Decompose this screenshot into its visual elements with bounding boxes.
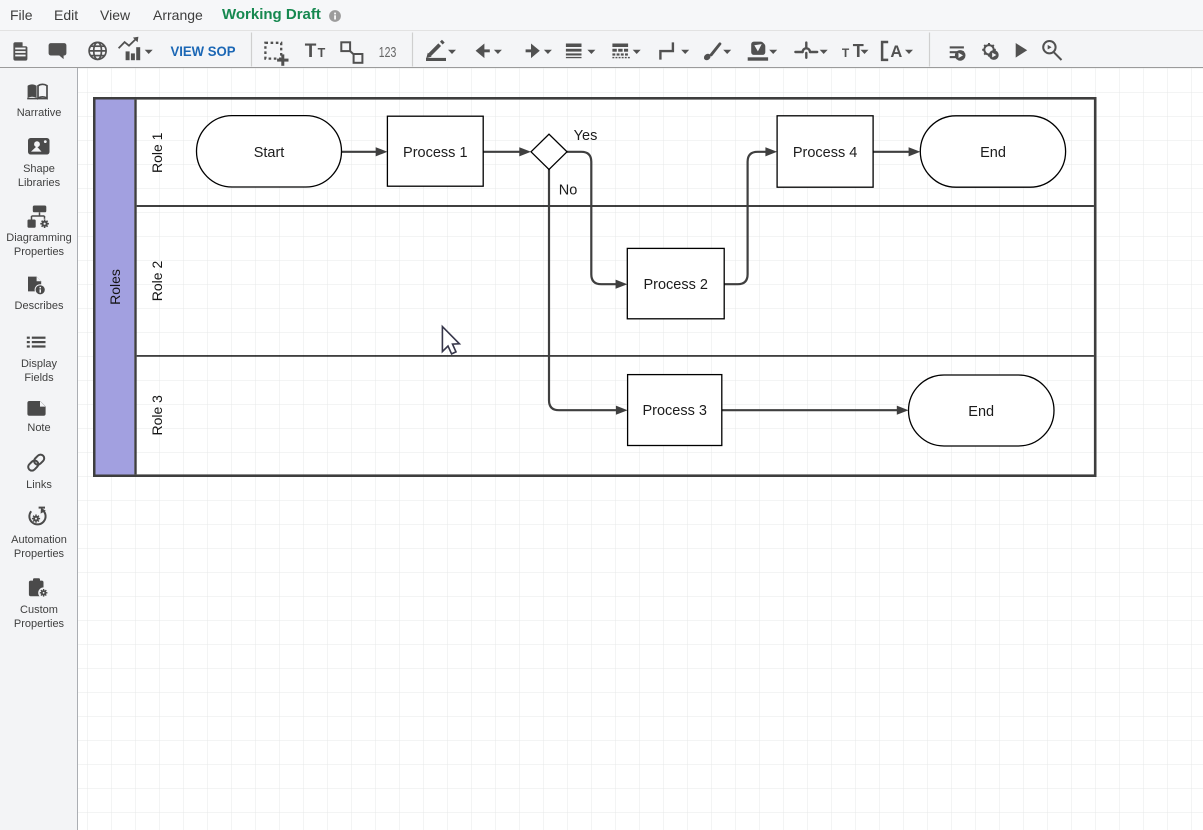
svg-text:Role 2: Role 2 (149, 261, 165, 302)
svg-text:Start: Start (254, 145, 285, 161)
svg-text:Process 1: Process 1 (403, 145, 467, 161)
svg-text:123: 123 (379, 44, 397, 61)
svg-text:Yes: Yes (574, 128, 598, 144)
svg-text:Role 1: Role 1 (149, 132, 165, 173)
svg-text:No: No (559, 183, 578, 199)
svg-text:End: End (980, 145, 1006, 161)
svg-text:T: T (305, 41, 317, 62)
svg-text:Process 4: Process 4 (793, 145, 857, 161)
svg-text:End: End (968, 404, 994, 420)
svg-text:Process 2: Process 2 (643, 277, 707, 293)
svg-text:Role 3: Role 3 (149, 395, 165, 436)
svg-text:Process 3: Process 3 (642, 403, 706, 419)
svg-text:T: T (318, 46, 326, 60)
svg-text:Roles: Roles (107, 269, 123, 305)
svg-text:VIEW SOP: VIEW SOP (171, 43, 236, 59)
svg-text:T: T (842, 46, 850, 60)
svg-text:A: A (890, 43, 902, 61)
